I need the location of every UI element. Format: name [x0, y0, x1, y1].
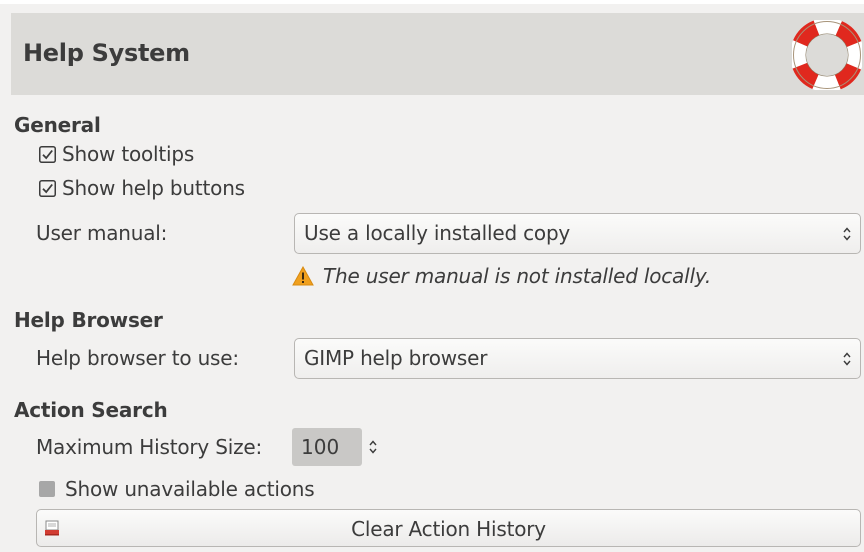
checkbox-unchecked-icon	[39, 481, 55, 497]
spinner-arrows-icon[interactable]	[368, 438, 378, 456]
clear-action-history-label: Clear Action History	[351, 517, 546, 541]
updown-arrows-icon	[843, 352, 851, 366]
user-manual-label: User manual:	[36, 221, 168, 245]
max-history-input[interactable]: 100	[292, 428, 362, 466]
show-unavailable-actions-label: Show unavailable actions	[65, 477, 315, 501]
max-history-spinner[interactable]: 100	[292, 428, 378, 466]
checkbox-checked-icon	[39, 179, 56, 197]
show-tooltips-checkbox[interactable]: Show tooltips	[39, 142, 194, 166]
warning-text: The user manual is not installed locally…	[323, 264, 712, 288]
section-title-help-browser: Help Browser	[14, 308, 163, 332]
page-header: Help System	[11, 13, 864, 95]
page-title: Help System	[23, 39, 190, 67]
user-manual-selected: Use a locally installed copy	[304, 221, 571, 245]
manual-warning: The user manual is not installed locally…	[292, 264, 711, 288]
show-help-buttons-label: Show help buttons	[62, 176, 245, 200]
show-unavailable-actions-checkbox[interactable]: Show unavailable actions	[39, 477, 315, 501]
max-history-label: Maximum History Size:	[36, 435, 263, 459]
help-browser-label: Help browser to use:	[36, 346, 239, 370]
help-browser-dropdown[interactable]: GIMP help browser	[294, 338, 861, 379]
show-help-buttons-checkbox[interactable]: Show help buttons	[39, 176, 245, 200]
section-title-general: General	[14, 113, 101, 137]
help-browser-selected: GIMP help browser	[304, 346, 488, 370]
window-top-edge	[0, 0, 864, 4]
show-tooltips-label: Show tooltips	[62, 142, 195, 166]
checkbox-checked-icon	[39, 145, 56, 163]
warning-icon	[292, 266, 314, 286]
clear-action-history-button[interactable]: Clear Action History	[36, 509, 861, 547]
user-manual-dropdown[interactable]: Use a locally installed copy	[294, 213, 861, 254]
lifebuoy-icon	[790, 18, 864, 92]
updown-arrows-icon	[843, 227, 851, 241]
section-title-action-search: Action Search	[14, 398, 168, 422]
